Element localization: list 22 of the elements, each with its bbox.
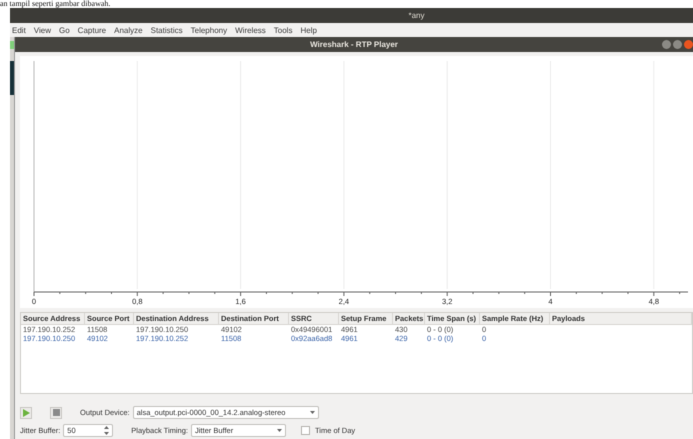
document-text: an tampil seperti gambar dibawah. xyxy=(0,0,110,8)
menu-item[interactable]: Statistics xyxy=(150,26,183,34)
menu-item[interactable]: Analyze xyxy=(114,26,143,34)
play-button[interactable] xyxy=(20,406,32,418)
menu-item[interactable]: Wireless xyxy=(235,26,266,34)
menu-item[interactable]: Capture xyxy=(78,26,106,34)
menu-item[interactable]: View xyxy=(34,26,51,34)
minimize-button[interactable] xyxy=(662,40,671,49)
menu-item[interactable]: Tools xyxy=(274,26,292,34)
dropdown-caret-icon xyxy=(310,411,315,414)
stop-button[interactable] xyxy=(50,406,62,418)
menu-item[interactable]: Edit xyxy=(12,26,26,34)
window-title: *any xyxy=(10,8,693,23)
menu-item[interactable]: Help xyxy=(300,26,317,34)
close-button[interactable] xyxy=(684,40,693,49)
dialog-title: Wireshark - RTP Player xyxy=(15,37,693,52)
maximize-button[interactable] xyxy=(673,40,682,49)
menu-item[interactable]: Go xyxy=(59,26,70,34)
time-of-day-checkbox[interactable] xyxy=(301,426,310,435)
menu-item[interactable]: Telephony xyxy=(190,26,228,34)
spin-arrows-icon[interactable] xyxy=(104,426,110,435)
dropdown-caret-icon xyxy=(277,429,282,432)
